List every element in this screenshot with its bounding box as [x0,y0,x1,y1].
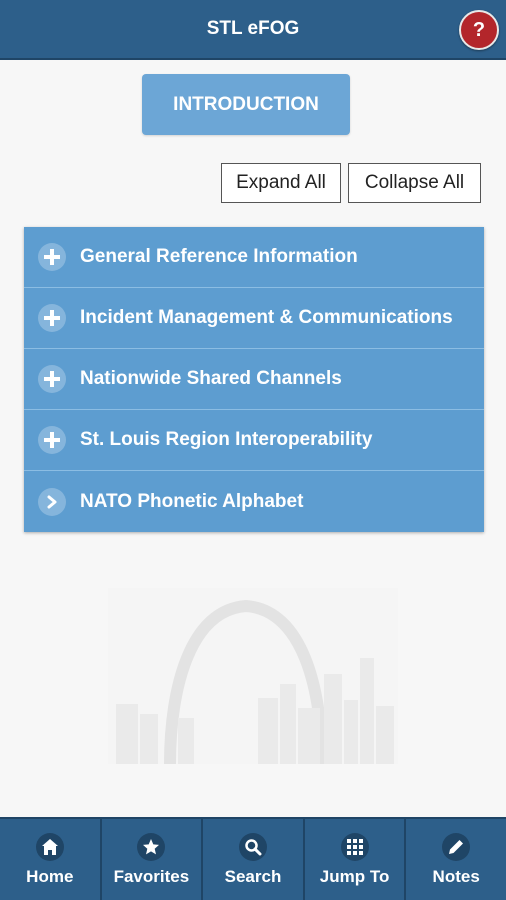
tab-home[interactable]: Home [0,819,100,900]
search-icon [238,832,267,861]
menu-item-label: St. Louis Region Interoperability [80,429,373,450]
tab-favorites[interactable]: Favorites [99,819,202,900]
pencil-icon [442,832,471,861]
home-icon [35,832,64,861]
menu-item-label: General Reference Information [80,246,358,267]
section-menu: General Reference Information Incident M… [24,227,484,532]
tab-label: Jump To [319,866,390,886]
menu-item-label: NATO Phonetic Alphabet [80,490,304,512]
tab-label: Notes [432,866,480,886]
menu-item-nationwide-shared-channels[interactable]: Nationwide Shared Channels [24,349,484,410]
tab-label: Search [224,866,282,886]
menu-item-st-louis-interoperability[interactable]: St. Louis Region Interoperability [24,410,484,471]
tab-label: Home [26,866,74,886]
app-title: STL eFOG [206,18,300,39]
help-button[interactable]: ? [459,10,499,50]
plus-icon [38,304,66,332]
expand-all-button[interactable]: Expand All [221,163,341,203]
grid-icon [340,832,369,861]
chevron-right-icon [38,487,66,516]
tab-label: Favorites [113,866,190,886]
tab-search[interactable]: Search [201,819,303,900]
tab-notes[interactable]: Notes [404,819,506,900]
plus-icon [38,365,66,393]
introduction-button[interactable]: INTRODUCTION [142,74,350,135]
menu-item-label: Nationwide Shared Channels [80,368,342,389]
tab-jump-to[interactable]: Jump To [302,819,405,900]
collapse-all-button[interactable]: Collapse All [348,163,481,203]
star-icon [137,832,166,861]
bottom-tab-bar: Home Favorites Search Jump To Notes [0,817,506,900]
menu-item-incident-management[interactable]: Incident Management & Communications [24,288,484,349]
app-header: STL eFOG ? [0,0,506,60]
menu-item-nato-phonetic-alphabet[interactable]: NATO Phonetic Alphabet [24,471,484,532]
plus-icon [38,243,66,271]
plus-icon [38,426,66,454]
gateway-arch-skyline-watermark [108,588,398,764]
menu-item-general-reference[interactable]: General Reference Information [24,227,484,288]
help-label: ? [472,18,486,41]
menu-item-label: Incident Management & Communications [80,307,453,328]
